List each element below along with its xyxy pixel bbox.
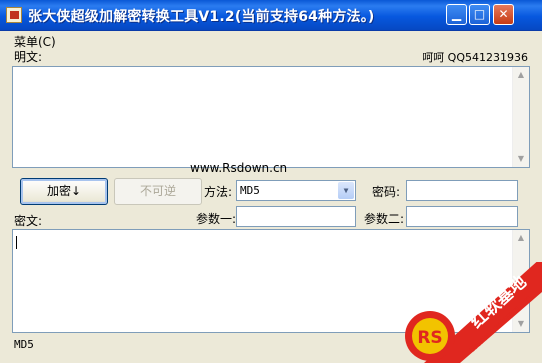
scroll-up-icon[interactable]: ▲ — [513, 230, 529, 246]
method-label: 方法: — [204, 185, 233, 199]
brand-logo-graphic: RS 红软基地 www.rsdown.cn — [405, 262, 542, 363]
ciphertext-label: 密文: — [14, 214, 43, 228]
title-bar[interactable]: 张大侠超级加解密转换工具V1.2(当前支持64种方法。) ▁ □ ✕ — [0, 0, 542, 31]
maximize-icon: □ — [473, 7, 486, 21]
maximize-button[interactable]: □ — [469, 4, 490, 25]
scroll-up-icon[interactable]: ▲ — [513, 67, 529, 83]
irreversible-button[interactable]: 不可逆 — [114, 178, 202, 205]
menu-item[interactable]: 菜单(C) — [14, 35, 56, 49]
chevron-down-icon[interactable]: ▼ — [338, 182, 354, 199]
param2-label: 参数二: — [364, 212, 405, 226]
contact-text: 呵呵 QQ541231936 — [422, 51, 528, 64]
param2-input[interactable] — [406, 206, 518, 227]
param1-input[interactable] — [236, 206, 356, 227]
minimize-icon: ▁ — [451, 7, 462, 21]
scroll-down-icon[interactable]: ▼ — [513, 151, 529, 167]
plaintext-scrollbar[interactable]: ▲ ▼ — [512, 67, 529, 167]
method-value: MD5 — [240, 184, 260, 197]
close-icon: ✕ — [498, 7, 509, 21]
status-bar-text: MD5 — [14, 338, 34, 351]
method-select[interactable]: MD5 ▼ — [236, 180, 356, 201]
plaintext-label: 明文: — [14, 50, 43, 64]
app-icon[interactable] — [6, 7, 22, 23]
encrypt-button[interactable]: 加密↓ — [20, 178, 108, 205]
logo-mark: RS — [417, 328, 442, 348]
minimize-button[interactable]: ▁ — [446, 4, 467, 25]
password-input[interactable] — [406, 180, 518, 201]
close-button[interactable]: ✕ — [493, 4, 514, 25]
param1-label: 参数一: — [196, 212, 237, 226]
brand-logo: RS 红软基地 www.rsdown.cn — [384, 262, 542, 363]
watermark-text: www.Rsdown.cn — [190, 161, 288, 175]
plaintext-textarea[interactable]: ▲ ▼ — [12, 66, 530, 168]
text-caret — [16, 236, 17, 249]
window-title: 张大侠超级加解密转换工具V1.2(当前支持64种方法。) — [28, 9, 375, 25]
password-label: 密码: — [372, 185, 401, 199]
